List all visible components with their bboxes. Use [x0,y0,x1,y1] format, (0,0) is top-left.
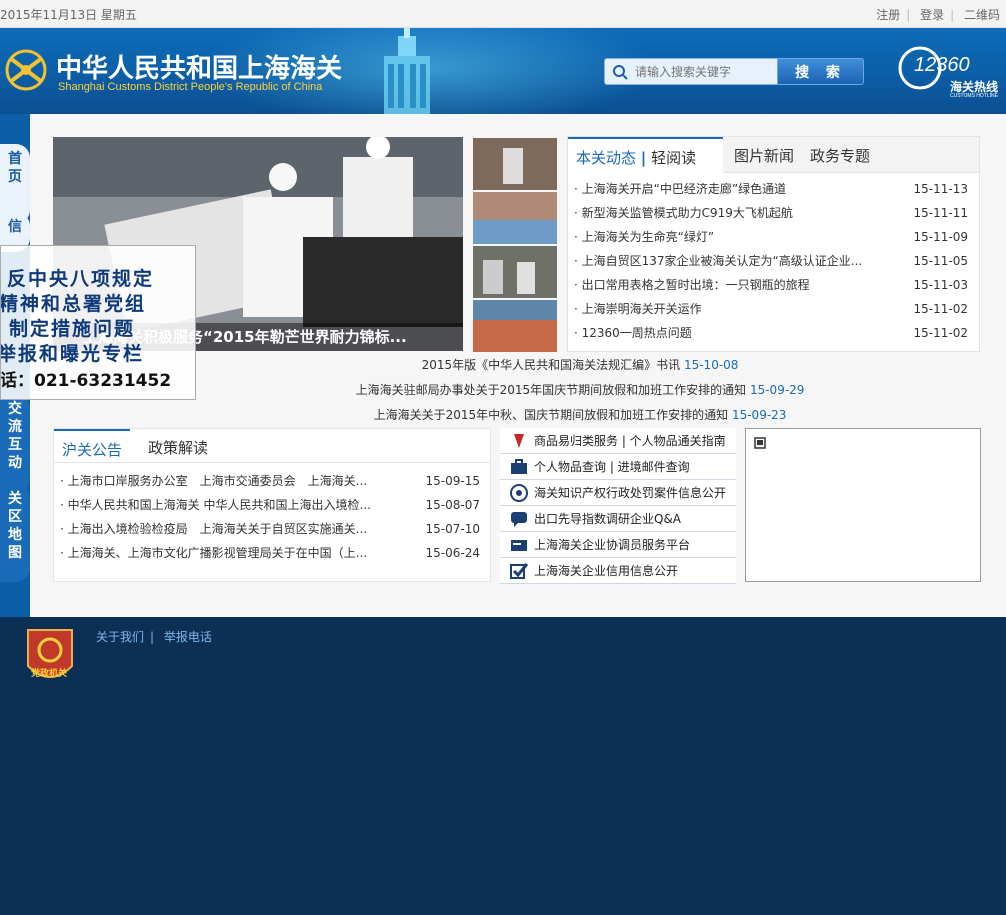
list-item[interactable]: · 出口常用表格之暂时出境：一只钢瓶的旅程 15-11-03 [574,273,974,297]
law-link-2[interactable]: 上海海关驻邮局办事处关于2015年国庆节期间放假和加班工作安排的通知 15-09… [200,380,960,400]
emblem-text: 党政机关 [31,669,68,679]
media-panel[interactable] [745,428,981,582]
search-input[interactable] [604,58,778,85]
customs-emblem-icon [5,49,47,91]
about-us-link[interactable]: 关于我们 [96,630,144,644]
check-icon [510,563,528,579]
notice-panel: 沪关公告 政策解读 · 上海市口岸服务办公室 上海市交通委员会 上海海关... 1… [53,428,491,582]
search-button[interactable]: 搜 索 [777,58,864,85]
customs-tower-icon [384,28,430,114]
service-classify[interactable]: 商品易归类服务 | 个人物品通关指南 [500,428,736,454]
table-row[interactable]: · 上海出入境检验检疫局 上海海关关于自贸区实施通关... 15-07-10 [60,517,486,541]
service-ip-cases[interactable]: 海关知识产权行政处罚案件信息公开 [500,480,736,506]
tab-policy[interactable]: 政策解读 [140,429,216,463]
tab-local-news[interactable]: 本关动态 | 轻阅读 [568,137,723,174]
search-bar: 搜 索 [604,58,864,85]
hotline-number: 12360 [914,54,970,76]
chat-icon [511,512,527,527]
target-icon [510,484,528,502]
list-item[interactable]: · 上海海关为生命亮“绿灯” 15-11-09 [574,225,974,249]
report-phone-link[interactable]: 举报电话 [164,630,212,644]
list-item[interactable]: · 新型海关监管模式助力C919大飞机起航 15-11-11 [574,201,974,225]
footer-links: 关于我们 | 举报电话 [96,630,212,644]
classify-icon [514,434,524,448]
service-export-qa[interactable]: 出口先导指数调研企业Q&A [500,506,736,532]
site-title: 中华人民共和国上海海关 [56,54,343,84]
report-popup[interactable]: 反中央八项规定 精神和总署党组 制定措施问题 举报和曝光专栏 电话：021-63… [0,245,196,400]
top-bar: 2015年11月13日 星期五 注册 | 登录 | 二维码 [0,0,1006,28]
card-icon [511,540,527,551]
nav-exchange[interactable]: 交流互动 [0,394,30,492]
login-link[interactable]: 登录 [920,8,944,22]
notice-tabs: 沪关公告 政策解读 [54,429,490,463]
tab-gov-topics[interactable]: 政务专题 [802,137,878,173]
service-credit[interactable]: 上海海关企业信用信息公开 [500,558,736,584]
briefcase-icon [511,459,527,474]
site-header: 中华人民共和国上海海关 Shanghai Customs District Pe… [0,28,1006,114]
thumbnail-2[interactable] [473,192,557,244]
thumbnail-1[interactable] [473,138,557,190]
hotline-en: CUSTOMS HOTLINE [950,93,998,99]
service-items-query[interactable]: 个人物品查询 | 进境邮件查询 [500,454,736,480]
thumbnail-3[interactable] [473,246,557,298]
list-item[interactable]: · 上海海关开启“中巴经济走廊”绿色通道 15-11-13 [574,177,974,201]
qrcode-link[interactable]: 二维码 [964,8,1000,22]
list-item[interactable]: · 上海崇明海关开关运作 15-11-02 [574,297,974,321]
tab-light-reading[interactable]: 轻阅读 [651,149,696,167]
news-tabs: 本关动态 | 轻阅读 图片新闻 政务专题 [568,137,979,174]
thumbnail-4[interactable] [473,300,557,352]
current-date: 2015年11月13日 星期五 [0,8,137,22]
news-panel: 本关动态 | 轻阅读 图片新闻 政务专题 · 上海海关开启“中巴经济走廊”绿色通… [567,136,980,352]
law-link-1[interactable]: 2015年版《中华人民共和国海关法规汇编》书讯 15-10-08 [200,355,960,375]
search-icon [613,65,628,80]
broken-image-icon [754,437,766,449]
list-item[interactable]: · 12360一周热点问题 15-11-02 [574,321,974,345]
hotline-logo[interactable]: 12360 海关热线 CUSTOMS HOTLINE [896,42,1006,102]
tab-announcements[interactable]: 沪关公告 [54,429,131,463]
register-link[interactable]: 注册 [876,8,900,22]
law-link-3[interactable]: 上海海关关于2015年中秋、国庆节期间放假和加班工作安排的通知 15-09-23 [200,405,960,425]
list-item[interactable]: · 上海自贸区137家企业被海关认定为“高级认证企业... 15-11-05 [574,249,974,273]
top-links: 注册 | 登录 | 二维码 [876,8,1000,22]
site-subtitle: Shanghai Customs District People's Repub… [58,81,323,93]
service-links: 商品易归类服务 | 个人物品通关指南 个人物品查询 | 进境邮件查询 海关知识产… [500,428,736,584]
table-row[interactable]: · 中华人民共和国上海海关 中华人民共和国上海出入境检... 15-08-07 [60,493,486,517]
nav-map[interactable]: 关区地图 [0,484,30,582]
service-coordinator[interactable]: 上海海关企业协调员服务平台 [500,532,736,558]
table-row[interactable]: · 上海市口岸服务办公室 上海市交通委员会 上海海关... 15-09-15 [60,469,486,493]
table-row[interactable]: · 上海海关、上海市文化广播影视管理局关于在中国（上... 15-06-24 [60,541,486,565]
tab-photo-news[interactable]: 图片新闻 [726,137,802,173]
